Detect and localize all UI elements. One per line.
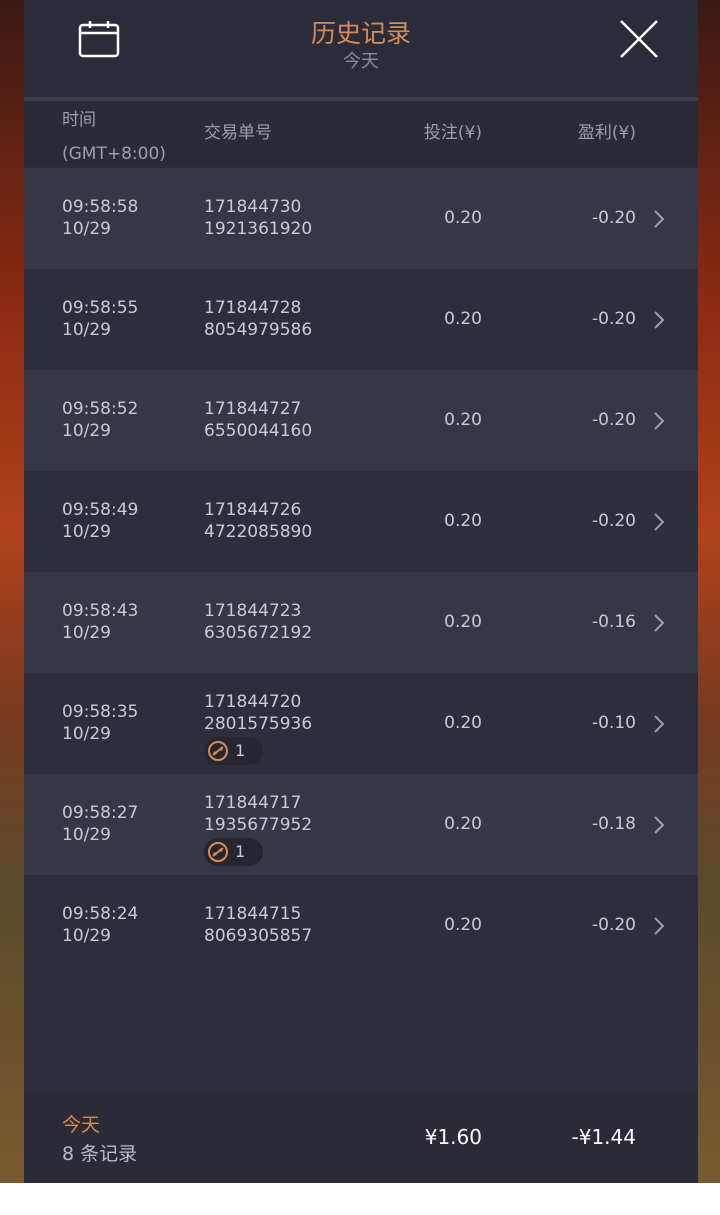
close-icon[interactable] [618, 18, 660, 60]
row-order-number: 171844730 1921361920 [204, 197, 313, 239]
row-profit: -0.18 [592, 814, 636, 834]
chevron-right-icon[interactable] [652, 208, 666, 230]
row-time: 09:58:35 10/29 [62, 702, 139, 744]
summary-today-label: 今天 [62, 1114, 101, 1136]
summary-record-count: 8 条记录 [62, 1143, 138, 1165]
page-subtitle: 今天 [343, 51, 379, 72]
row-profit: -0.16 [592, 612, 636, 632]
column-bet: 投注(¥) [423, 123, 482, 143]
row-badge-count: 1 [235, 842, 246, 861]
row-profit: -0.20 [592, 511, 636, 531]
row-bet: 0.20 [444, 713, 482, 733]
table-row[interactable]: 09:58:27 10/29 171844717 1935677952 1 0.20 -0.… [24, 774, 698, 875]
row-bet: 0.20 [444, 309, 482, 329]
chevron-right-icon[interactable] [652, 814, 666, 836]
table-row[interactable]: 09:58:43 10/29 171844723 6305672192 0.20 -0.1… [24, 572, 698, 673]
row-bet: 0.20 [444, 915, 482, 935]
chart-circle-icon [208, 842, 228, 862]
table-row[interactable]: 09:58:35 10/29 171844720 2801575936 1 0.20 -0.… [24, 673, 698, 774]
summary-total-bet: ¥1.60 [424, 1125, 482, 1149]
column-order: 交易单号 [204, 123, 272, 143]
row-time: 09:58:55 10/29 [62, 298, 139, 340]
row-time: 09:58:24 10/29 [62, 904, 139, 946]
row-time: 09:58:27 10/29 [62, 803, 139, 845]
table-row[interactable]: 09:58:55 10/29 171844728 8054979586 0.20 -0.2… [24, 269, 698, 370]
chevron-right-icon[interactable] [652, 410, 666, 432]
history-panel: 历史记录 今天 时间 (GMT+8:00) 交易单号 投注(¥) 盈利(¥) 0… [24, 0, 698, 1183]
row-profit: -0.20 [592, 915, 636, 935]
page-title: 历史记录 [310, 19, 411, 48]
row-time: 09:58:58 10/29 [62, 197, 139, 239]
row-badge-count: 1 [235, 741, 246, 760]
row-order-number: 171844723 6305672192 [204, 601, 313, 643]
column-header: 时间 (GMT+8:00) 交易单号 投注(¥) 盈利(¥) [24, 101, 698, 167]
chevron-right-icon[interactable] [652, 915, 666, 937]
row-order-number: 171844728 8054979586 [204, 298, 313, 340]
row-bet: 0.20 [444, 511, 482, 531]
row-order-number: 171844726 4722085890 [204, 500, 313, 542]
row-time: 09:58:49 10/29 [62, 500, 139, 542]
table-row[interactable]: 09:58:49 10/29 171844726 4722085890 0.20 -0.2… [24, 471, 698, 572]
row-order-number: 171844717 1935677952 1 [204, 792, 312, 869]
history-list: 09:58:58 10/29 171844730 1921361920 0.20 -0.2… [24, 168, 698, 976]
table-row[interactable]: 09:58:58 10/29 171844730 1921361920 0.20 -0.2… [24, 168, 698, 269]
summary-footer: 今天 8 条记录 ¥1.60 -¥1.44 [24, 1092, 698, 1183]
chevron-right-icon[interactable] [652, 309, 666, 331]
chevron-right-icon[interactable] [652, 713, 666, 735]
column-time: 时间 (GMT+8:00) [62, 110, 166, 164]
chevron-right-icon[interactable] [652, 612, 666, 634]
table-row[interactable]: 09:58:24 10/29 171844715 8069305857 0.20 -0.2… [24, 875, 698, 976]
row-order-number: 171844727 6550044160 [204, 399, 313, 441]
row-order-number: 171844715 8069305857 [204, 904, 313, 946]
row-bet: 0.20 [444, 612, 482, 632]
row-profit: -0.20 [592, 208, 636, 228]
row-time: 09:58:52 10/29 [62, 399, 139, 441]
row-badge: 1 [204, 838, 264, 866]
row-profit: -0.20 [592, 309, 636, 329]
row-bet: 0.20 [444, 814, 482, 834]
row-bet: 0.20 [444, 208, 482, 228]
header: 历史记录 今天 [24, 0, 698, 97]
table-row[interactable]: 09:58:52 10/29 171844727 6550044160 0.20 -0.2… [24, 370, 698, 471]
column-profit: 盈利(¥) [577, 123, 636, 143]
row-badge: 1 [204, 737, 264, 765]
row-bet: 0.20 [444, 410, 482, 430]
summary-total-profit: -¥1.44 [571, 1125, 636, 1149]
chart-circle-icon [208, 741, 228, 761]
row-time: 09:58:43 10/29 [62, 601, 139, 643]
row-profit: -0.10 [592, 713, 636, 733]
chevron-right-icon[interactable] [652, 511, 666, 533]
row-profit: -0.20 [592, 410, 636, 430]
row-order-number: 171844720 2801575936 1 [204, 691, 312, 768]
